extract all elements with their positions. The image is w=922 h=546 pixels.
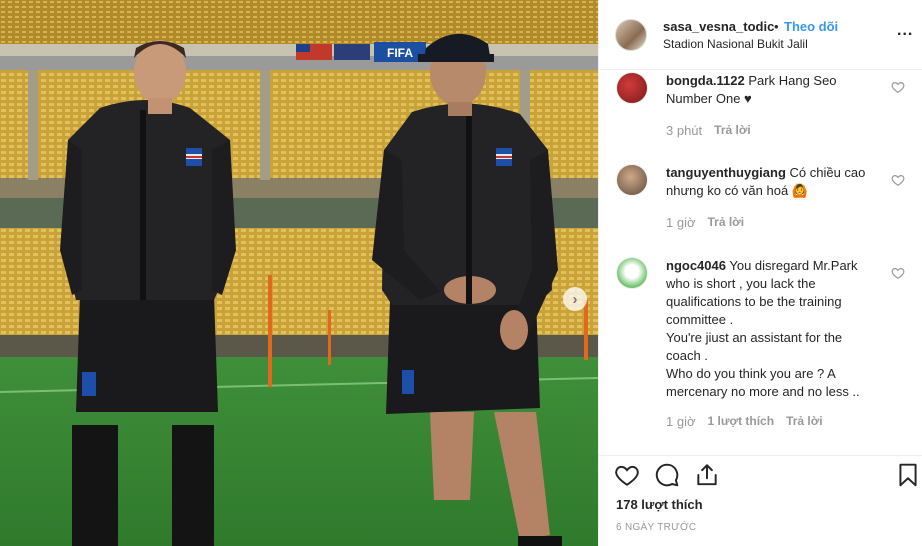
reply-button[interactable]: Trả lời (708, 215, 745, 230)
share-icon[interactable] (694, 462, 720, 488)
author-avatar[interactable] (615, 19, 647, 51)
comment-meta: 1 giờ 1 lượt thích Trả lời (666, 414, 823, 429)
comment-meta: 3 phút Trả lời (666, 123, 751, 138)
commenter-username[interactable]: ngoc4046 (666, 258, 726, 273)
post-header: sasa_vesna_todic • Theo dõi Stadion Nasi… (599, 0, 922, 70)
comment-line: Park Hang Seo (748, 73, 837, 88)
commenter-avatar[interactable] (616, 72, 648, 104)
comment-time: 1 giờ (666, 215, 696, 230)
comment-line: You're jiust an assistant for the (666, 330, 843, 345)
header-separator: • (774, 19, 779, 34)
comment-line: coach . (666, 348, 708, 363)
comment-line: nhưng ko có văn hoá 🙆 (666, 183, 808, 198)
commenter-avatar[interactable] (616, 257, 648, 289)
commenter-avatar[interactable] (616, 164, 648, 196)
reply-button[interactable]: Trả lời (714, 123, 751, 138)
next-photo-button[interactable]: › (563, 287, 587, 311)
more-options-icon[interactable]: ... (897, 22, 913, 40)
stadium-photo: FIFA (0, 0, 598, 546)
comment-line: qualifications to be the training (666, 294, 842, 309)
post-location[interactable]: Stadion Nasional Bukit Jalil (663, 37, 808, 51)
like-comment-icon[interactable] (891, 173, 905, 187)
comment-likes-count[interactable]: 1 lượt thích (708, 414, 775, 429)
comment-text: bongda.1122 Park Hang Seo Number One ♥ (666, 72, 884, 108)
comment-time: 1 giờ (666, 414, 696, 429)
heart-icon[interactable] (614, 462, 640, 488)
comment-line: Who do you think you are ? A (666, 366, 836, 381)
post-photo: FIFA › (0, 0, 598, 546)
author-username[interactable]: sasa_vesna_todic (663, 19, 774, 34)
comment-line: committee . (666, 312, 734, 327)
comment-text: ngoc4046 You disregard Mr.Park who is sh… (666, 257, 884, 401)
post-side-panel: sasa_vesna_todic • Theo dõi Stadion Nasi… (598, 0, 922, 546)
comment-icon[interactable] (654, 462, 680, 488)
comment-list: bongda.1122 Park Hang Seo Number One ♥ 3… (599, 70, 922, 455)
reply-button[interactable]: Trả lời (786, 414, 823, 429)
comment-text: tanguyenthuygiang Có chiều cao nhưng ko … (666, 164, 884, 200)
comment-time: 3 phút (666, 123, 703, 138)
commenter-username[interactable]: tanguyenthuygiang (666, 165, 786, 180)
post-date: 6 NGÀY TRƯỚC (616, 522, 697, 533)
like-comment-icon[interactable] (891, 80, 905, 94)
likes-count[interactable]: 178 lượt thích (616, 497, 703, 512)
like-comment-icon[interactable] (891, 266, 905, 280)
comment-line: You disregard Mr.Park (729, 258, 858, 273)
bookmark-icon[interactable] (895, 462, 921, 488)
chevron-right-icon: › (572, 290, 578, 308)
comment-line: who is short , you lack the (666, 276, 816, 291)
comment-line: Có chiều cao (789, 165, 866, 180)
comment-meta: 1 giờ Trả lời (666, 215, 744, 230)
comment-line: Number One ♥ (666, 91, 752, 106)
comment-line: mercenary no more and no less .. (666, 384, 860, 399)
fifa-banner-text: FIFA (387, 46, 413, 60)
follow-button[interactable]: Theo dõi (784, 19, 838, 34)
commenter-username[interactable]: bongda.1122 (666, 73, 745, 88)
post-actions: 178 lượt thích 6 NGÀY TRƯỚC (599, 455, 922, 546)
